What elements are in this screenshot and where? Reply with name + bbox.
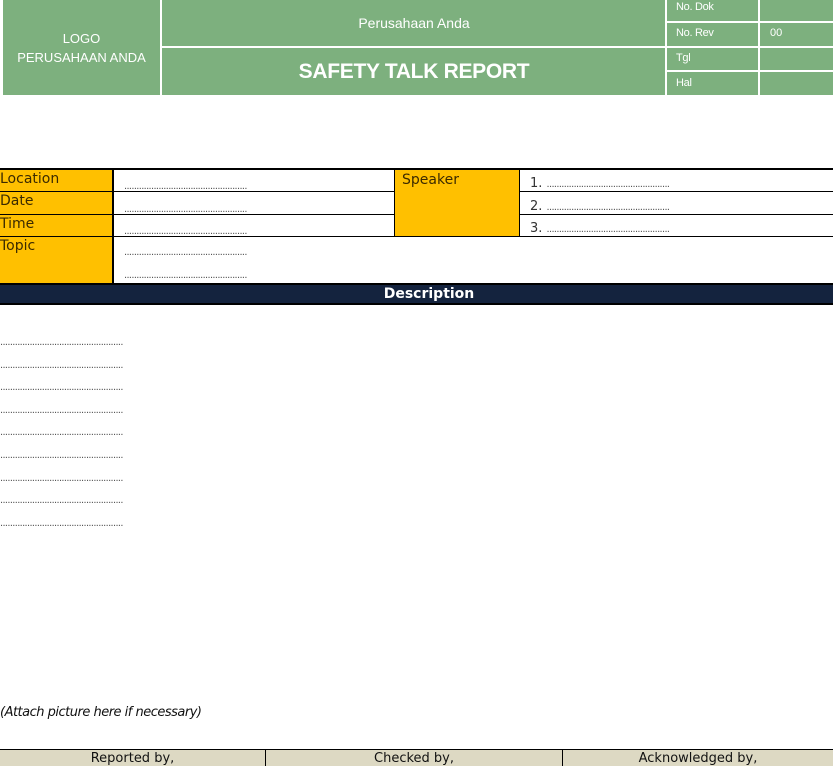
reported-by-label: Reported by,	[90, 751, 175, 766]
speaker-field-1[interactable]: 1. .....................................…	[520, 168, 833, 192]
speaker-field-3[interactable]: 3. .....................................…	[520, 215, 833, 237]
description-line[interactable]: ........................................…	[0, 515, 200, 538]
signature-header-row: Reported by, Checked by, Acknowledged by…	[0, 749, 833, 766]
description-line[interactable]: ........................................…	[0, 402, 200, 425]
speaker-value: ........................................…	[546, 178, 670, 190]
location-label: Location	[0, 168, 114, 192]
meta-value-hal[interactable]	[760, 71, 833, 94]
speaker-value: ........................................…	[546, 223, 670, 235]
document-header: LOGO PERUSAHAAN ANDA Perusahaan Anda SAF…	[3, 0, 833, 95]
topic-field[interactable]: ........................................…	[114, 237, 833, 283]
logo-company-text: PERUSAHAAN ANDA	[17, 49, 146, 65]
logo-text: LOGO	[62, 30, 101, 46]
time-label: Time	[0, 215, 114, 237]
meta-value-tgl[interactable]	[760, 46, 833, 69]
description-heading: Description	[383, 286, 475, 302]
speaker-number: 3.	[530, 221, 543, 236]
location-field[interactable]: ........................................…	[114, 168, 394, 192]
meta-label-tgl: Tgl	[676, 51, 691, 64]
time-field[interactable]: ........................................…	[114, 215, 394, 237]
speaker-field-2[interactable]: 2. .....................................…	[520, 192, 833, 215]
description-line[interactable]: ........................................…	[0, 447, 200, 470]
info-table: Location ...............................…	[0, 168, 833, 283]
speaker-number: 2.	[530, 199, 543, 214]
attach-picture-note: (Attach picture here if necessary)	[0, 705, 202, 720]
date-value: ........................................…	[124, 203, 247, 215]
meta-value-no-dok[interactable]	[760, 0, 833, 18]
speaker-label: Speaker	[394, 168, 520, 237]
company-name: Perusahaan Anda	[358, 15, 470, 31]
location-value: ........................................…	[124, 180, 247, 192]
meta-label-no-rev: No. Rev	[676, 26, 714, 39]
checked-by-label: Checked by,	[265, 750, 562, 766]
speaker-number: 1.	[530, 176, 543, 191]
description-line[interactable]: ........................................…	[0, 357, 200, 380]
date-field[interactable]: ........................................…	[114, 192, 394, 215]
description-line[interactable]: ........................................…	[0, 470, 200, 493]
topic-value-line-2: ........................................…	[124, 269, 247, 281]
topic-label: Topic	[0, 237, 114, 283]
description-line[interactable]: ........................................…	[0, 334, 200, 357]
description-line[interactable]: ........................................…	[0, 379, 200, 402]
speaker-value: ........................................…	[546, 201, 670, 213]
topic-value-line-1: ........................................…	[124, 246, 247, 258]
acknowledged-by-label: Acknowledged by,	[562, 750, 833, 766]
meta-label-no-dok: No. Dok	[676, 0, 714, 13]
meta-label-hal: Hal	[676, 76, 692, 89]
description-line[interactable]: ........................................…	[0, 424, 200, 447]
meta-value-no-rev[interactable]: 00	[760, 21, 833, 44]
description-lines[interactable]: ........................................…	[0, 334, 200, 537]
time-value: ........................................…	[124, 225, 247, 237]
report-title: SAFETY TALK REPORT	[298, 59, 530, 83]
description-line[interactable]: ........................................…	[0, 492, 200, 515]
company-logo-placeholder: LOGO PERUSAHAAN ANDA	[3, 0, 160, 95]
description-section-header: Description	[0, 283, 833, 305]
date-label: Date	[0, 192, 114, 215]
